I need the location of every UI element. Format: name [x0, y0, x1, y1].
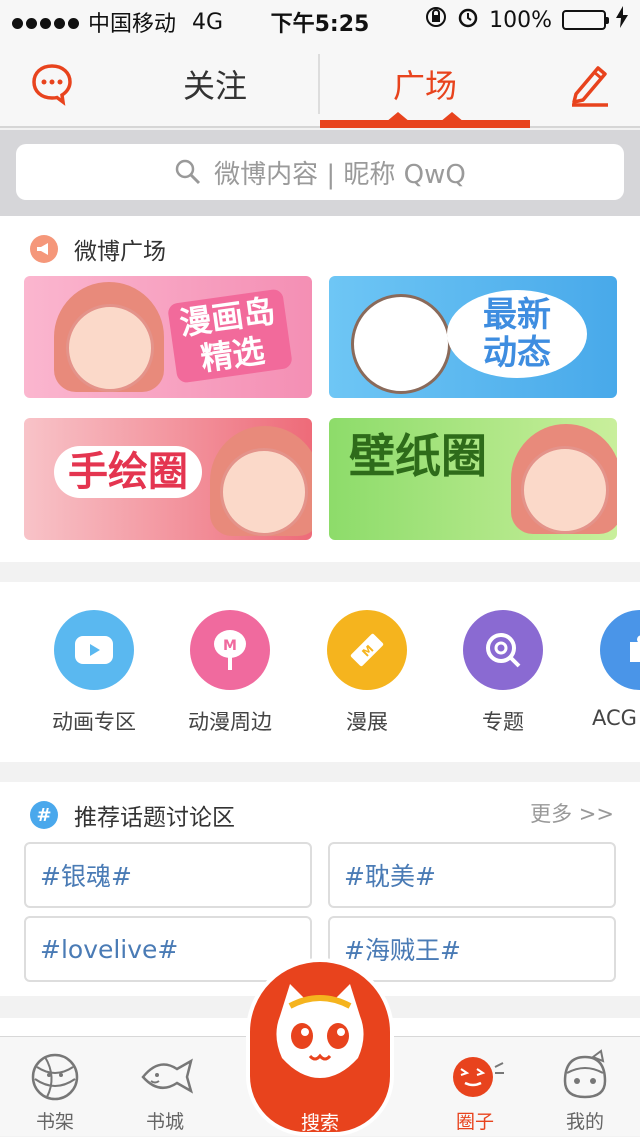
tab-bookstore[interactable]: 书城 [110, 1037, 220, 1137]
active-tab-indicator [320, 120, 530, 128]
category-label: 动画专区 [52, 710, 136, 734]
top-nav-bar: 关注 广场 [0, 40, 640, 128]
topics-title: 推荐话题讨论区 [74, 805, 235, 831]
anime-girl-face [521, 446, 609, 534]
category-topics[interactable]: 专题 [443, 610, 563, 736]
hashtag-icon: # [30, 801, 58, 829]
tab-bookshelf[interactable]: 书架 [0, 1037, 110, 1137]
banner-text: 壁纸圈 [349, 429, 487, 483]
plaza-header: 微博广场 [30, 232, 166, 266]
category-merch[interactable]: M 动漫周边 [170, 610, 290, 736]
alarm-icon [457, 6, 479, 34]
compose-pencil-icon[interactable] [566, 60, 612, 108]
ticket-icon: M [327, 610, 407, 690]
profile-girl-icon [563, 1049, 607, 1099]
banner-text: 最新 动态 [447, 290, 587, 378]
anime-girl-face [220, 448, 308, 536]
circle-mascot-icon [453, 1057, 504, 1097]
topics-header: # 推荐话题讨论区 [30, 798, 235, 832]
tab-label: 书城 [145, 1111, 184, 1133]
search-bar-area: 微博内容 | 昵称 QwQ [0, 130, 640, 216]
chat-bubble-icon[interactable] [30, 62, 74, 106]
banner-handdrawn-circle[interactable]: 手绘圈 [24, 418, 312, 540]
category-label: 动漫周边 [188, 710, 272, 734]
category-label: ACG [592, 706, 637, 730]
charging-icon [616, 6, 628, 34]
battery-percent: 100% [489, 7, 552, 33]
rotation-lock-icon [425, 6, 447, 34]
topic-button[interactable]: #银魂# [24, 842, 312, 908]
more-link[interactable]: 更多 >> [530, 798, 614, 828]
anime-girl-face [66, 304, 154, 392]
tab-label: 圈子 [455, 1111, 494, 1133]
tab-circle[interactable]: 圈子 [420, 1037, 530, 1137]
battery-icon [562, 10, 609, 30]
cat-mascot-image [351, 294, 451, 394]
play-icon [54, 610, 134, 690]
tab-mine[interactable]: 我的 [530, 1037, 640, 1137]
banner-latest-news[interactable]: 最新 动态 [329, 276, 617, 398]
search-placeholder: 微博内容 | 昵称 QwQ [214, 159, 466, 190]
svg-text:M: M [223, 638, 237, 654]
category-row: 动画专区 M 动漫周边 M 漫展 专题 ACG [0, 582, 640, 762]
category-acg[interactable]: ACG [580, 610, 640, 730]
lollipop-icon [463, 610, 543, 690]
search-mascot-button[interactable]: 搜索 [246, 958, 394, 1136]
fish-icon [141, 1058, 194, 1094]
status-bar: 中国移动 4G 下午5:25 100% [0, 0, 640, 40]
category-anime[interactable]: 动画专区 [34, 610, 154, 736]
category-label: 漫展 [346, 710, 388, 734]
status-right: 100% [425, 6, 628, 34]
search-input[interactable]: 微博内容 | 昵称 QwQ [16, 144, 624, 200]
tab-follow[interactable]: 关注 [110, 40, 320, 128]
tab-label: 书架 [35, 1111, 74, 1133]
plaza-title: 微博广场 [74, 239, 166, 265]
search-icon [175, 159, 201, 185]
tab-label: 我的 [565, 1111, 604, 1133]
megaphone-icon [30, 235, 58, 263]
tab-label: 搜索 [300, 1112, 339, 1134]
tab-plaza[interactable]: 广场 [320, 40, 530, 128]
plaza-section: 微博广场 漫画岛 精选 最新 动态 手绘圈 壁纸圈 [0, 216, 640, 562]
topic-button[interactable]: #耽美# [328, 842, 616, 908]
puzzle-icon [600, 610, 640, 690]
banner-manhua-island[interactable]: 漫画岛 精选 [24, 276, 312, 398]
category-expo[interactable]: M 漫展 [307, 610, 427, 736]
banner-text: 手绘圈 [54, 446, 202, 498]
yarn-ball-icon [31, 1053, 79, 1101]
banner-text: 漫画岛 精选 [166, 288, 294, 384]
cat-mascot-icon [276, 984, 364, 1078]
fan-icon: M [190, 610, 270, 690]
category-label: 专题 [482, 710, 524, 734]
banner-wallpaper-circle[interactable]: 壁纸圈 [329, 418, 617, 540]
